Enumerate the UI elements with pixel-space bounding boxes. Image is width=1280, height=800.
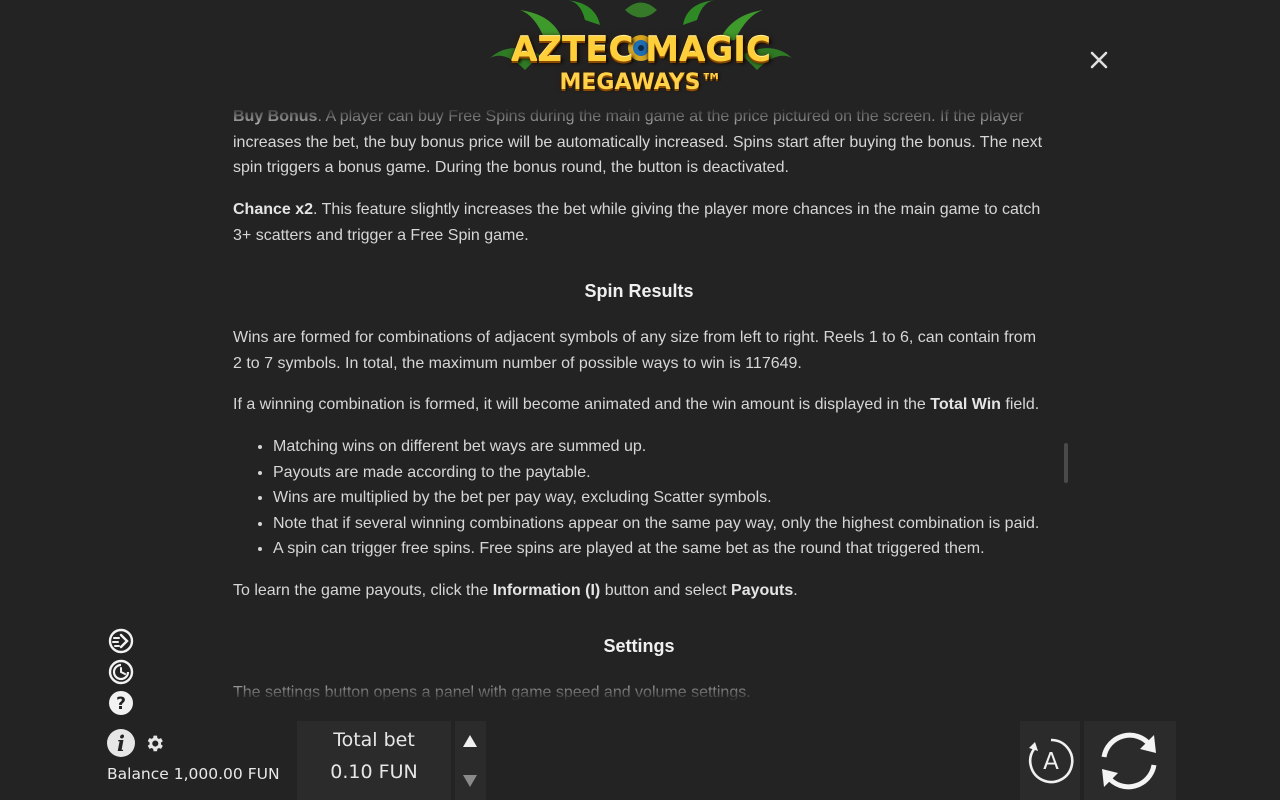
total-win-term: Total Win [930,396,1001,413]
settings-heading: Settings [603,636,675,656]
list-item: Wins are multiplied by the bet per pay w… [273,485,1045,511]
svg-text:i: i [117,731,125,756]
gear-icon [147,735,163,752]
help-icon: ? [109,691,133,715]
rules-content[interactable]: Buy Bonus. A player can buy Free Spins d… [233,104,1045,702]
list-item: Matching wins on different bet ways are … [273,434,1045,460]
text: If a winning combination is formed, it w… [233,396,931,413]
list-item: Note that if several winning combination… [273,511,1045,537]
turbo-speed-icon [108,628,134,654]
spin-results-heading: Spin Results [584,281,694,301]
bet-decrease-button[interactable] [462,774,478,788]
chance-x2-term: Chance x2 [233,201,314,218]
scrollbar-thumb[interactable] [1064,443,1068,483]
close-icon [1090,51,1108,69]
arrow-down-icon [463,775,477,787]
bet-increase-button[interactable] [462,734,478,748]
svg-text:?: ? [116,694,126,714]
text: button and select [600,582,732,599]
text: field. [1000,396,1040,413]
text: To learn the game payouts, click the [233,582,493,599]
payouts-term: Payouts [731,582,794,599]
information-term: Information (I) [492,582,601,599]
info-button[interactable]: i [106,728,136,758]
close-button[interactable] [1087,48,1111,72]
autoplay-button[interactable]: A [1026,736,1076,786]
history-icon [108,659,134,685]
chance-x2-paragraph: Chance x2. This feature slightly increas… [233,197,1045,248]
settings-paragraph: The settings button opens a panel with g… [233,684,751,701]
history-button[interactable] [108,659,134,685]
logo-subtitle: MEGAWAYS™ [559,70,723,95]
total-bet-label: Total bet [333,729,415,751]
logo-title: AZTEC MAGIC [511,30,771,70]
payouts-paragraph: To learn the game payouts, click the Inf… [233,578,1045,604]
help-button[interactable]: ? [108,690,134,716]
text: . [793,582,798,599]
arrow-up-icon [463,735,477,747]
settings-button[interactable] [144,733,165,754]
chance-x2-text: . This feature slightly increases the be… [233,201,1041,244]
turbo-button[interactable] [108,628,134,654]
autoplay-label: A [1043,749,1059,775]
buy-bonus-text: . A player can buy Free Spins during the… [233,108,1043,176]
game-logo: AZTEC MAGIC MEGAWAYS™ [485,0,797,100]
info-icon: i [107,729,135,757]
total-bet-value: 0.10 FUN [330,761,418,783]
spin-icon [1101,732,1157,790]
total-bet-panel: Total bet 0.10 FUN [297,721,451,800]
winning-combination-paragraph: If a winning combination is formed, it w… [233,392,1045,418]
spin-button[interactable] [1094,727,1164,795]
win-rules-list: Matching wins on different bet ways are … [273,434,1045,562]
balance-display: Balance 1,000.00 FUN [107,765,280,783]
list-item: Payouts are made according to the paytab… [273,460,1045,486]
buy-bonus-term: Buy Bonus [233,108,318,125]
bet-arrows-panel [455,721,486,800]
list-item: A spin can trigger free spins. Free spin… [273,536,1045,562]
autoplay-icon: A [1028,738,1074,784]
wins-formed-paragraph: Wins are formed for combinations of adja… [233,329,1037,372]
buy-bonus-paragraph: Buy Bonus. A player can buy Free Spins d… [233,104,1045,181]
